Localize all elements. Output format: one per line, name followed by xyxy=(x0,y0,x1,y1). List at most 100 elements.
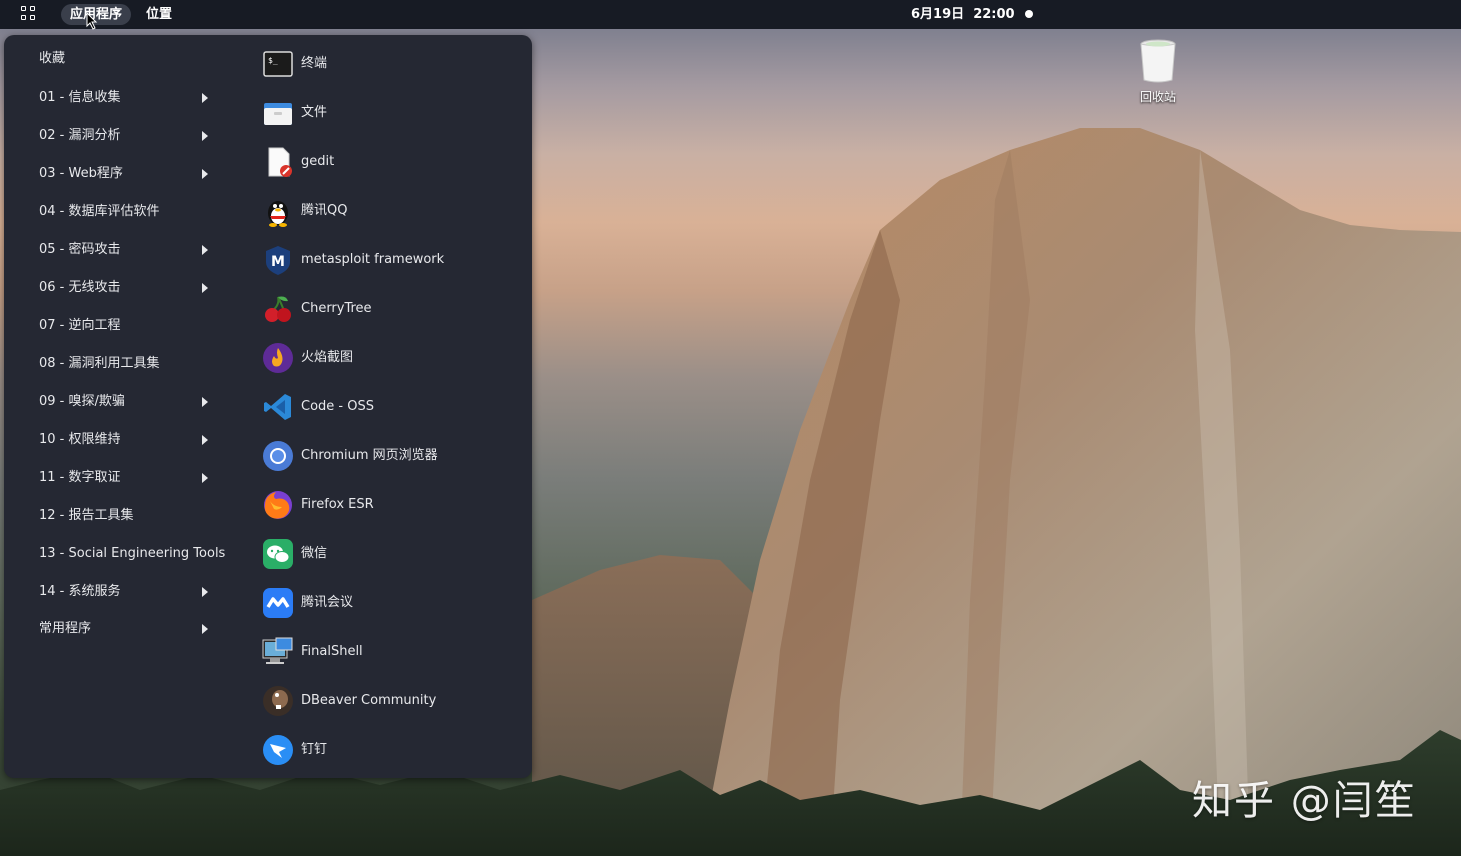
app-launcher-item[interactable]: $_ 终端 xyxy=(262,46,522,82)
app-label: metasploit framework xyxy=(301,252,445,267)
app-launcher-item[interactable]: Chromium 网页浏览器 xyxy=(262,438,522,474)
app-label: Chromium 网页浏览器 xyxy=(301,448,438,463)
submenu-arrow-icon xyxy=(202,435,208,445)
submenu-arrow-icon xyxy=(202,131,208,141)
trash-label: 回收站 xyxy=(1139,90,1176,104)
vscode-icon xyxy=(262,391,294,423)
clock[interactable]: 6月19日 22:00 xyxy=(911,4,1015,25)
menu-category[interactable]: 10 - 权限维持 xyxy=(39,428,239,452)
menu-category[interactable]: 13 - Social Engineering Tools xyxy=(39,542,239,566)
app-launcher-item[interactable]: CherryTree xyxy=(262,291,522,327)
chromium-icon xyxy=(262,440,294,472)
app-launcher-item[interactable]: 文件 xyxy=(262,95,522,131)
menu-category[interactable]: 09 - 嗅探/欺骗 xyxy=(39,390,239,414)
app-label: FinalShell xyxy=(301,644,363,659)
menu-category-label: 11 - 数字取证 xyxy=(39,470,121,485)
menu-category-label: 01 - 信息收集 xyxy=(39,90,121,105)
app-launcher-item[interactable]: Code - OSS xyxy=(262,389,522,425)
menu-category-label: 04 - 数据库评估软件 xyxy=(39,204,160,219)
app-launcher-item[interactable]: 腾讯QQ xyxy=(262,193,522,229)
menu-category-label: 常用程序 xyxy=(39,621,92,636)
flameshot-icon xyxy=(262,342,294,374)
app-launcher-item[interactable]: 腾讯会议 xyxy=(262,585,522,621)
zhihu-watermark: 知乎 @闫笙 xyxy=(1192,778,1417,824)
submenu-arrow-icon xyxy=(202,473,208,483)
submenu-arrow-icon xyxy=(202,283,208,293)
dingtalk-icon xyxy=(262,734,294,766)
finalshell-icon xyxy=(262,636,294,668)
menu-category[interactable]: 08 - 漏洞利用工具集 xyxy=(39,352,239,376)
trash-icon xyxy=(1140,39,1176,83)
firefox-icon xyxy=(262,489,294,521)
app-label: 终端 xyxy=(301,56,328,71)
menu-category-label: 14 - 系统服务 xyxy=(39,584,121,599)
menu-category-label: 03 - Web程序 xyxy=(39,166,123,181)
app-launcher-item[interactable]: gedit xyxy=(262,144,522,180)
menu-category-label: 08 - 漏洞利用工具集 xyxy=(39,356,160,371)
app-label: 文件 xyxy=(301,105,328,120)
qq-penguin-icon xyxy=(262,195,294,227)
menu-category[interactable]: 05 - 密码攻击 xyxy=(39,238,239,262)
menu-category-label: 13 - Social Engineering Tools xyxy=(39,546,226,561)
app-label: 钉钉 xyxy=(301,742,328,757)
app-label: 腾讯QQ xyxy=(301,203,348,218)
menu-category-label: 05 - 密码攻击 xyxy=(39,242,121,257)
app-launcher-item[interactable]: Firefox ESR xyxy=(262,487,522,523)
app-launcher-item[interactable]: 钉钉 xyxy=(262,732,522,768)
notification-dot-icon[interactable] xyxy=(1025,10,1033,18)
places-menu-button[interactable]: 位置 xyxy=(146,4,172,25)
submenu-arrow-icon xyxy=(202,397,208,407)
menu-category[interactable]: 收藏 xyxy=(39,47,239,71)
menu-category[interactable]: 14 - 系统服务 xyxy=(39,580,239,604)
text-editor-icon xyxy=(262,146,294,178)
menu-category[interactable]: 07 - 逆向工程 xyxy=(39,314,239,338)
grid-icon[interactable] xyxy=(21,6,39,24)
menu-category[interactable]: 06 - 无线攻击 xyxy=(39,276,239,300)
tencent-meeting-icon xyxy=(262,587,294,619)
app-label: DBeaver Community xyxy=(301,693,437,708)
menu-category[interactable]: 02 - 漏洞分析 xyxy=(39,124,239,148)
app-label: 腾讯会议 xyxy=(301,595,354,610)
submenu-arrow-icon xyxy=(202,245,208,255)
svg-text:M: M xyxy=(271,254,285,270)
app-label: gedit xyxy=(301,154,335,169)
app-launcher-item[interactable]: Mmetasploit framework xyxy=(262,242,522,278)
folder-icon xyxy=(262,97,294,129)
menu-category[interactable]: 03 - Web程序 xyxy=(39,162,239,186)
wechat-icon xyxy=(262,538,294,570)
mouse-pointer-icon xyxy=(86,12,98,30)
submenu-arrow-icon xyxy=(202,93,208,103)
menu-category-label: 09 - 嗅探/欺骗 xyxy=(39,394,125,409)
terminal-icon: $_ xyxy=(262,48,294,80)
trash-desktop-icon[interactable]: 回收站 xyxy=(1128,36,1188,106)
menu-category[interactable]: 常用程序 xyxy=(39,617,239,641)
menu-category-label: 06 - 无线攻击 xyxy=(39,280,121,295)
submenu-arrow-icon xyxy=(202,587,208,597)
menu-category-label: 10 - 权限维持 xyxy=(39,432,121,447)
menu-category[interactable]: 04 - 数据库评估软件 xyxy=(39,200,239,224)
app-label: 微信 xyxy=(301,546,328,561)
app-label: CherryTree xyxy=(301,301,372,316)
metasploit-icon: M xyxy=(262,244,294,276)
menu-category[interactable]: 11 - 数字取证 xyxy=(39,466,239,490)
submenu-arrow-icon xyxy=(202,169,208,179)
menu-category[interactable]: 01 - 信息收集 xyxy=(39,86,239,110)
menu-category-label: 12 - 报告工具集 xyxy=(39,508,134,523)
app-label: 火焰截图 xyxy=(301,350,354,365)
menu-category-label: 07 - 逆向工程 xyxy=(39,318,121,333)
app-launcher-item[interactable]: FinalShell xyxy=(262,634,522,670)
menu-category-label: 02 - 漏洞分析 xyxy=(39,128,121,143)
menu-category[interactable]: 12 - 报告工具集 xyxy=(39,504,239,528)
top-bar: 应用程序 位置 6月19日 22:00 xyxy=(0,0,1461,30)
app-launcher-item[interactable]: 微信 xyxy=(262,536,522,572)
app-label: Code - OSS xyxy=(301,399,374,414)
cherry-icon xyxy=(262,293,294,325)
dbeaver-icon xyxy=(262,685,294,717)
app-label: Firefox ESR xyxy=(301,497,374,512)
menu-category-label: 收藏 xyxy=(39,51,66,66)
svg-text:$_: $_ xyxy=(268,56,278,65)
app-launcher-item[interactable]: 火焰截图 xyxy=(262,340,522,376)
app-launcher-item[interactable]: DBeaver Community xyxy=(262,683,522,719)
applications-menu: 收藏 01 - 信息收集 02 - 漏洞分析 03 - Web程序 04 - 数据库评估… xyxy=(4,35,532,778)
submenu-arrow-icon xyxy=(202,624,208,634)
